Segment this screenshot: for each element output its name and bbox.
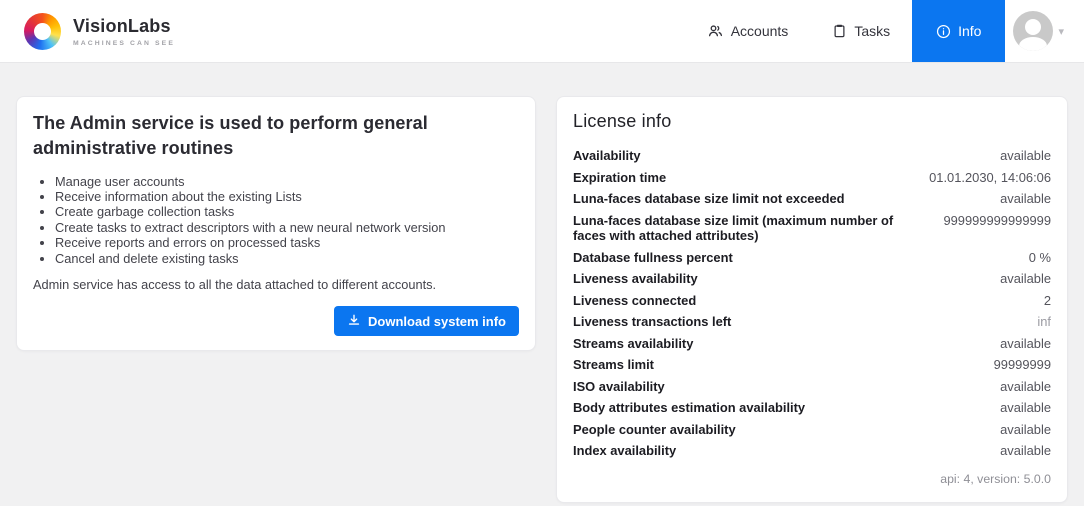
license-row-label: Streams availability — [573, 336, 984, 352]
license-row: Liveness availability available — [573, 268, 1051, 290]
api-version-text: api: 4, version: 5.0.0 — [573, 472, 1051, 486]
nav-item-tasks[interactable]: Tasks — [810, 0, 912, 62]
admin-bullet-list: Manage user accountsReceive information … — [55, 174, 519, 266]
brand[interactable]: VisionLabs MACHINES CAN SEE — [0, 0, 175, 62]
license-row: Expiration time 01.01.2030, 14:06:06 — [573, 167, 1051, 189]
license-row: Streams limit 99999999 — [573, 354, 1051, 376]
nav-item-label: Tasks — [854, 23, 890, 39]
license-row-label: Streams limit — [573, 357, 978, 373]
admin-bullet-item: Cancel and delete existing tasks — [55, 251, 519, 266]
license-row: ISO availability available — [573, 376, 1051, 398]
license-row-label: Liveness connected — [573, 293, 1028, 309]
admin-bullet-item: Receive information about the existing L… — [55, 189, 519, 204]
chevron-down-icon: ▾ — [1058, 25, 1064, 38]
license-row-value: available — [1000, 148, 1051, 164]
license-row: Luna-faces database size limit (maximum … — [573, 210, 1051, 247]
download-icon — [347, 313, 361, 330]
license-row-value: 01.01.2030, 14:06:06 — [929, 170, 1051, 186]
license-row: Liveness transactions left inf — [573, 311, 1051, 333]
top-navbar: VisionLabs MACHINES CAN SEE Accounts Tas… — [0, 0, 1084, 63]
license-row-label: ISO availability — [573, 379, 984, 395]
license-row-value: available — [1000, 271, 1051, 287]
license-row-value: available — [1000, 422, 1051, 438]
admin-bullet-item: Create garbage collection tasks — [55, 204, 519, 219]
clipboard-icon — [832, 23, 847, 39]
admin-note: Admin service has access to all the data… — [33, 277, 519, 292]
license-row: Database fullness percent 0 % — [573, 247, 1051, 269]
license-row: Index availability available — [573, 440, 1051, 462]
admin-bullet-item: Manage user accounts — [55, 174, 519, 189]
visionlabs-logo-icon — [24, 13, 61, 50]
license-rows: Availability available Expiration time 0… — [573, 145, 1051, 462]
license-row-value: 999999999999999 — [943, 213, 1051, 229]
nav-item-accounts[interactable]: Accounts — [685, 0, 811, 62]
avatar — [1013, 11, 1053, 51]
admin-service-card: The Admin service is used to perform gen… — [16, 96, 536, 351]
license-row-label: Expiration time — [573, 170, 913, 186]
admin-card-title: The Admin service is used to perform gen… — [33, 111, 519, 161]
license-row-label: Body attributes estimation availability — [573, 400, 984, 416]
license-row-label: Liveness availability — [573, 271, 984, 287]
brand-name: VisionLabs — [73, 16, 175, 37]
admin-bullet-item: Receive reports and errors on processed … — [55, 235, 519, 250]
license-row: Liveness connected 2 — [573, 290, 1051, 312]
license-row-label: Luna-faces database size limit not excee… — [573, 191, 984, 207]
people-icon — [707, 23, 724, 39]
license-row-value: available — [1000, 400, 1051, 416]
nav-item-label: Accounts — [731, 23, 789, 39]
license-row-label: Availability — [573, 148, 984, 164]
license-row-value: 0 % — [1029, 250, 1051, 266]
license-card-title: License info — [573, 111, 1051, 132]
license-row: Streams availability available — [573, 333, 1051, 355]
license-row: Body attributes estimation availability … — [573, 397, 1051, 419]
nav-item-info[interactable]: Info — [912, 0, 1005, 62]
license-row-value: inf — [1037, 314, 1051, 330]
user-menu[interactable]: ▾ — [1005, 0, 1084, 62]
license-info-card: License info Availability available Expi… — [556, 96, 1068, 503]
license-row-value: available — [1000, 379, 1051, 395]
brand-tagline: MACHINES CAN SEE — [73, 40, 175, 47]
license-row-value: 2 — [1044, 293, 1051, 309]
license-row-label: Liveness transactions left — [573, 314, 1021, 330]
admin-bullet-item: Create tasks to extract descriptors with… — [55, 220, 519, 235]
info-icon — [936, 24, 951, 39]
license-row: Availability available — [573, 145, 1051, 167]
nav-item-label: Info — [958, 23, 981, 39]
download-system-info-button[interactable]: Download system info — [334, 306, 519, 336]
license-row: People counter availability available — [573, 419, 1051, 441]
license-row-label: Index availability — [573, 443, 984, 459]
license-row-label: Database fullness percent — [573, 250, 1013, 266]
license-row: Luna-faces database size limit not excee… — [573, 188, 1051, 210]
license-row-value: available — [1000, 191, 1051, 207]
license-row-label: Luna-faces database size limit (maximum … — [573, 213, 927, 244]
download-button-label: Download system info — [368, 314, 506, 329]
license-row-value: 99999999 — [994, 357, 1051, 373]
license-row-label: People counter availability — [573, 422, 984, 438]
license-row-value: available — [1000, 443, 1051, 459]
license-row-value: available — [1000, 336, 1051, 352]
